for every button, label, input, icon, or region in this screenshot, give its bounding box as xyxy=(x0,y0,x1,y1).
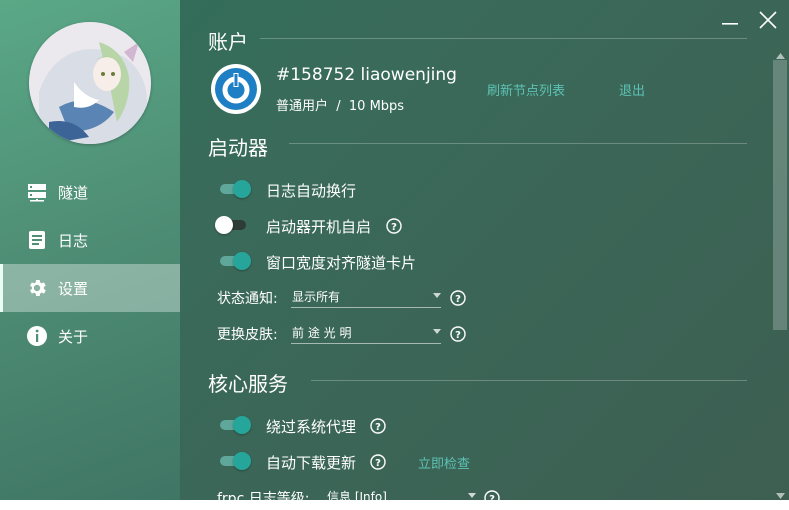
option-label: 绕过系统代理 xyxy=(266,418,357,436)
sidebar-item-about[interactable]: 关于 xyxy=(0,312,180,360)
log-icon xyxy=(26,229,48,251)
sidebar-item-label: 关于 xyxy=(58,327,89,346)
app-window: 隧道 日志 设置 关于 账户 #158752 liaowenjing 普通用户 … xyxy=(0,0,789,508)
section-title-core: 核心服务 xyxy=(208,372,288,396)
scroll-down-icon[interactable] xyxy=(776,484,785,503)
help-icon[interactable]: ? xyxy=(386,218,402,234)
sidebar-nav: 隧道 日志 设置 关于 xyxy=(0,168,180,360)
check-now-link[interactable]: 立即检查 xyxy=(418,453,470,472)
toggle-autostart[interactable] xyxy=(215,214,249,236)
account-plan: 普通用户 / 10 Mbps xyxy=(276,99,405,114)
avatar[interactable] xyxy=(29,22,151,144)
minimize-icon xyxy=(721,11,739,33)
sidebar-item-label: 日志 xyxy=(58,231,89,250)
logout-link[interactable]: 退出 xyxy=(619,80,645,99)
sidebar: 隧道 日志 设置 关于 xyxy=(0,0,180,500)
option-label: 自动下载更新 xyxy=(266,454,357,472)
help-icon[interactable]: ? xyxy=(450,290,466,306)
section-title-account: 账户 xyxy=(208,30,248,54)
svg-text:?: ? xyxy=(455,330,461,341)
toggle-log-wrap[interactable] xyxy=(217,178,251,200)
toggle-bypass-proxy[interactable] xyxy=(217,414,251,436)
gear-icon xyxy=(26,277,48,299)
help-icon[interactable]: ? xyxy=(484,490,500,506)
svg-text:?: ? xyxy=(455,294,461,305)
svg-text:?: ? xyxy=(375,422,381,433)
account-user: #158752 liaowenjing xyxy=(276,65,457,85)
section-title-launcher: 启动器 xyxy=(208,136,268,160)
help-icon[interactable]: ? xyxy=(450,326,466,342)
toggle-auto-update[interactable] xyxy=(217,450,251,472)
help-icon[interactable]: ? xyxy=(370,418,386,434)
notify-select[interactable]: 显示所有 xyxy=(291,285,441,308)
frpc-log-select[interactable]: 信息 [Info] xyxy=(326,485,476,508)
option-label: 启动器开机自启 xyxy=(266,218,372,236)
skin-select[interactable]: 前 途 光 明 xyxy=(291,321,441,344)
sidebar-item-settings[interactable]: 设置 xyxy=(0,264,180,312)
chevron-down-icon xyxy=(433,329,441,334)
divider xyxy=(260,38,747,39)
sidebar-item-logs[interactable]: 日志 xyxy=(0,216,180,264)
close-button[interactable] xyxy=(756,10,780,34)
sidebar-item-tunnels[interactable]: 隧道 xyxy=(0,168,180,216)
server-icon xyxy=(26,181,48,203)
sidebar-item-label: 设置 xyxy=(58,279,89,298)
notify-select-value: 显示所有 xyxy=(292,290,341,304)
chevron-down-icon xyxy=(433,293,441,298)
sidebar-item-label: 隧道 xyxy=(58,183,89,202)
refresh-nodes-link[interactable]: 刷新节点列表 xyxy=(487,80,565,99)
notify-label: 状态通知: xyxy=(217,291,278,307)
skin-label: 更换皮肤: xyxy=(217,327,278,343)
account-logo-icon xyxy=(211,64,261,114)
frpc-log-label: frpc 日志等级: xyxy=(217,491,310,507)
close-icon xyxy=(759,11,777,33)
scrollbar-thumb[interactable] xyxy=(773,60,787,330)
option-label: 窗口宽度对齐隧道卡片 xyxy=(266,254,417,272)
minimize-button[interactable] xyxy=(718,10,742,34)
toggle-window-width[interactable] xyxy=(217,250,251,272)
skin-select-value: 前 途 光 明 xyxy=(292,326,352,340)
option-label: 日志自动换行 xyxy=(266,182,357,200)
frpc-log-select-value: 信息 [Info] xyxy=(327,490,387,504)
divider xyxy=(311,380,747,381)
chevron-down-icon xyxy=(468,493,476,498)
info-icon xyxy=(26,325,48,347)
divider xyxy=(289,143,747,144)
svg-text:?: ? xyxy=(375,458,381,469)
help-icon[interactable]: ? xyxy=(370,454,386,470)
svg-text:?: ? xyxy=(391,222,397,233)
